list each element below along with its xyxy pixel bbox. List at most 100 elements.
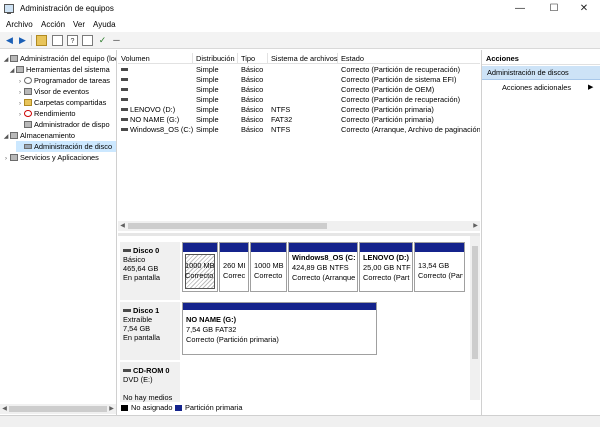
table-row[interactable]: Simple Básico Correcto (Partición de sis…: [118, 75, 480, 85]
check-icon[interactable]: ✓: [97, 35, 108, 46]
partition-color-band: [360, 243, 412, 252]
tree-horizontal-scrollbar[interactable]: ◀ ▶: [0, 404, 116, 414]
scroll-right-icon[interactable]: ▶: [471, 221, 480, 231]
tree-item-services-applications[interactable]: › Servicios y Aplicaciones: [2, 152, 116, 163]
disk-0-label[interactable]: Disco 0 Básico 465,64 GB En pantalla: [120, 242, 180, 300]
tree-item-system-tools[interactable]: ◢ Herramientas del sistema: [8, 64, 116, 75]
collapse-icon[interactable]: ◢: [8, 66, 16, 77]
menu-archivo[interactable]: Archivo: [6, 20, 33, 29]
collapse-icon[interactable]: ◢: [2, 132, 10, 143]
volume-list: Volumen Distribución Tipo Sistema de arc…: [118, 50, 480, 232]
cell-layout: Simple: [196, 105, 219, 114]
disk-name: Disco 1: [133, 306, 160, 315]
graphical-view-vertical-scrollbar[interactable]: [470, 236, 480, 400]
close-button[interactable]: ✕: [568, 0, 600, 18]
window-title: Administración de equipos: [20, 4, 114, 13]
show-tree-icon[interactable]: [52, 35, 63, 46]
menu-ver[interactable]: Ver: [73, 20, 85, 29]
scroll-left-icon[interactable]: ◀: [0, 404, 9, 414]
scrollbar-thumb[interactable]: [128, 223, 327, 229]
cdrom-icon: [123, 369, 131, 372]
partition-size: 13,54 GB: [418, 261, 450, 270]
partition[interactable]: 1000 MB Correcto: [182, 242, 218, 292]
tree-item-task-scheduler[interactable]: › Programador de tareas: [16, 75, 116, 86]
cell-status: Correcto (Partición primaria): [341, 115, 434, 124]
tree-item-storage[interactable]: ◢ Almacenamiento: [2, 130, 116, 141]
cell-type: Básico: [241, 75, 264, 84]
cell-filesystem: NTFS: [271, 105, 291, 114]
table-row[interactable]: Simple Básico Correcto (Partición de rec…: [118, 95, 480, 105]
partition[interactable]: 13,54 GB Correcto (Part: [414, 242, 465, 292]
refresh-icon[interactable]: ─: [111, 35, 122, 46]
legend-label-unallocated: No asignado: [131, 403, 173, 412]
back-arrow-icon[interactable]: ◀: [4, 35, 15, 46]
column-status[interactable]: Estado: [338, 53, 480, 64]
column-volume[interactable]: Volumen: [118, 53, 193, 64]
forward-arrow-icon[interactable]: ▶: [17, 35, 28, 46]
disk-status: En pantalla: [123, 333, 160, 342]
clock-icon: [24, 77, 32, 84]
volume-icon: [121, 118, 128, 121]
scrollbar-thumb[interactable]: [9, 406, 107, 412]
disk-name: Disco 0: [133, 246, 160, 255]
partition[interactable]: 260 MI Correc: [219, 242, 249, 292]
event-viewer-icon: [24, 88, 32, 95]
column-filesystem[interactable]: Sistema de archivos: [268, 53, 338, 64]
folder-icon: [24, 99, 32, 106]
expand-icon[interactable]: ›: [2, 154, 10, 165]
table-row[interactable]: LENOVO (D:) Simple Básico NTFS Correcto …: [118, 105, 480, 115]
cell-filesystem: NTFS: [271, 125, 291, 134]
partition-name: LENOVO (D:): [363, 253, 409, 262]
services-icon: [10, 154, 18, 161]
partition-size: 424,89 GB NTFS: [292, 263, 349, 272]
disk-size: 465,64 GB: [123, 264, 159, 273]
toolbar: ◀ ▶ ? ✓ ─: [0, 32, 600, 49]
actions-section-disk-management[interactable]: Administración de discos: [482, 66, 600, 80]
partition-lenovo[interactable]: LENOVO (D:) 25,00 GB NTFS Correcto (Part: [359, 242, 413, 292]
volume-list-header: Volumen Distribución Tipo Sistema de arc…: [118, 53, 480, 64]
minimize-button[interactable]: —: [504, 0, 536, 18]
scroll-right-icon[interactable]: ▶: [107, 404, 116, 414]
tree-item-shared-folders[interactable]: › Carpetas compartidas: [16, 97, 116, 108]
tree-item-label: Rendimiento: [34, 109, 76, 118]
menu-ayuda[interactable]: Ayuda: [93, 20, 116, 29]
partition[interactable]: 1000 MB Correcto: [250, 242, 287, 292]
tree-item-label: Carpetas compartidas: [34, 98, 107, 107]
scrollbar-thumb[interactable]: [472, 246, 478, 359]
cell-type: Básico: [241, 85, 264, 94]
menu-accion[interactable]: Acción: [41, 20, 65, 29]
disk-1-label[interactable]: Disco 1 Extraíble 7,54 GB En pantalla: [120, 302, 180, 360]
tree-item-event-viewer[interactable]: › Visor de eventos: [16, 86, 116, 97]
column-layout[interactable]: Distribución: [193, 53, 238, 64]
properties-icon[interactable]: [82, 35, 93, 46]
table-row[interactable]: Simple Básico Correcto (Partición de rec…: [118, 65, 480, 75]
cell-filesystem: FAT32: [271, 115, 293, 124]
up-folder-icon[interactable]: [36, 35, 47, 46]
tree-item-performance[interactable]: › Rendimiento: [16, 108, 116, 119]
partition-color-band: [183, 303, 376, 310]
cell-volume: Windows8_OS (C:): [130, 125, 193, 134]
column-type[interactable]: Tipo: [238, 53, 268, 64]
more-actions-item[interactable]: Acciones adicionales: [502, 82, 598, 94]
disk-0-partitions: 1000 MB Correcto 260 MI Correc 1000 MB Corr…: [182, 242, 470, 300]
help-icon[interactable]: ?: [67, 35, 78, 46]
volume-list-horizontal-scrollbar[interactable]: ◀ ▶: [118, 221, 480, 231]
cell-status: Correcto (Partición de recuperación): [341, 95, 461, 104]
table-row[interactable]: NO NAME (G:) Simple Básico FAT32 Correct…: [118, 115, 480, 125]
status-bar: [0, 415, 600, 427]
tree-item-computer-management[interactable]: ◢ Administración del equipo (loc: [2, 53, 116, 64]
disk-icon: [123, 249, 131, 252]
cell-layout: Simple: [196, 95, 219, 104]
table-row[interactable]: Simple Básico Correcto (Partición de OEM…: [118, 85, 480, 95]
partition-name: NO NAME (G:): [186, 315, 237, 324]
scroll-left-icon[interactable]: ◀: [118, 221, 127, 231]
maximize-button[interactable]: ☐: [538, 0, 570, 18]
table-row[interactable]: Windows8_OS (C:) Simple Básico NTFS Corr…: [118, 125, 480, 135]
tree-item-disk-management[interactable]: Administración de disco: [16, 141, 116, 152]
partition-windows8-os[interactable]: Windows8_OS (C: 424,89 GB NTFS Correcto (A…: [288, 242, 358, 292]
tree-item-label: Programador de tareas: [34, 76, 110, 85]
tree-item-label: Almacenamiento: [20, 131, 76, 140]
tree-item-device-manager[interactable]: Administrador de dispo: [16, 119, 116, 130]
partition-status: Correcto: [254, 271, 283, 280]
partition-no-name[interactable]: NO NAME (G:) 7,54 GB FAT32 Correcto (Parti…: [182, 302, 377, 355]
